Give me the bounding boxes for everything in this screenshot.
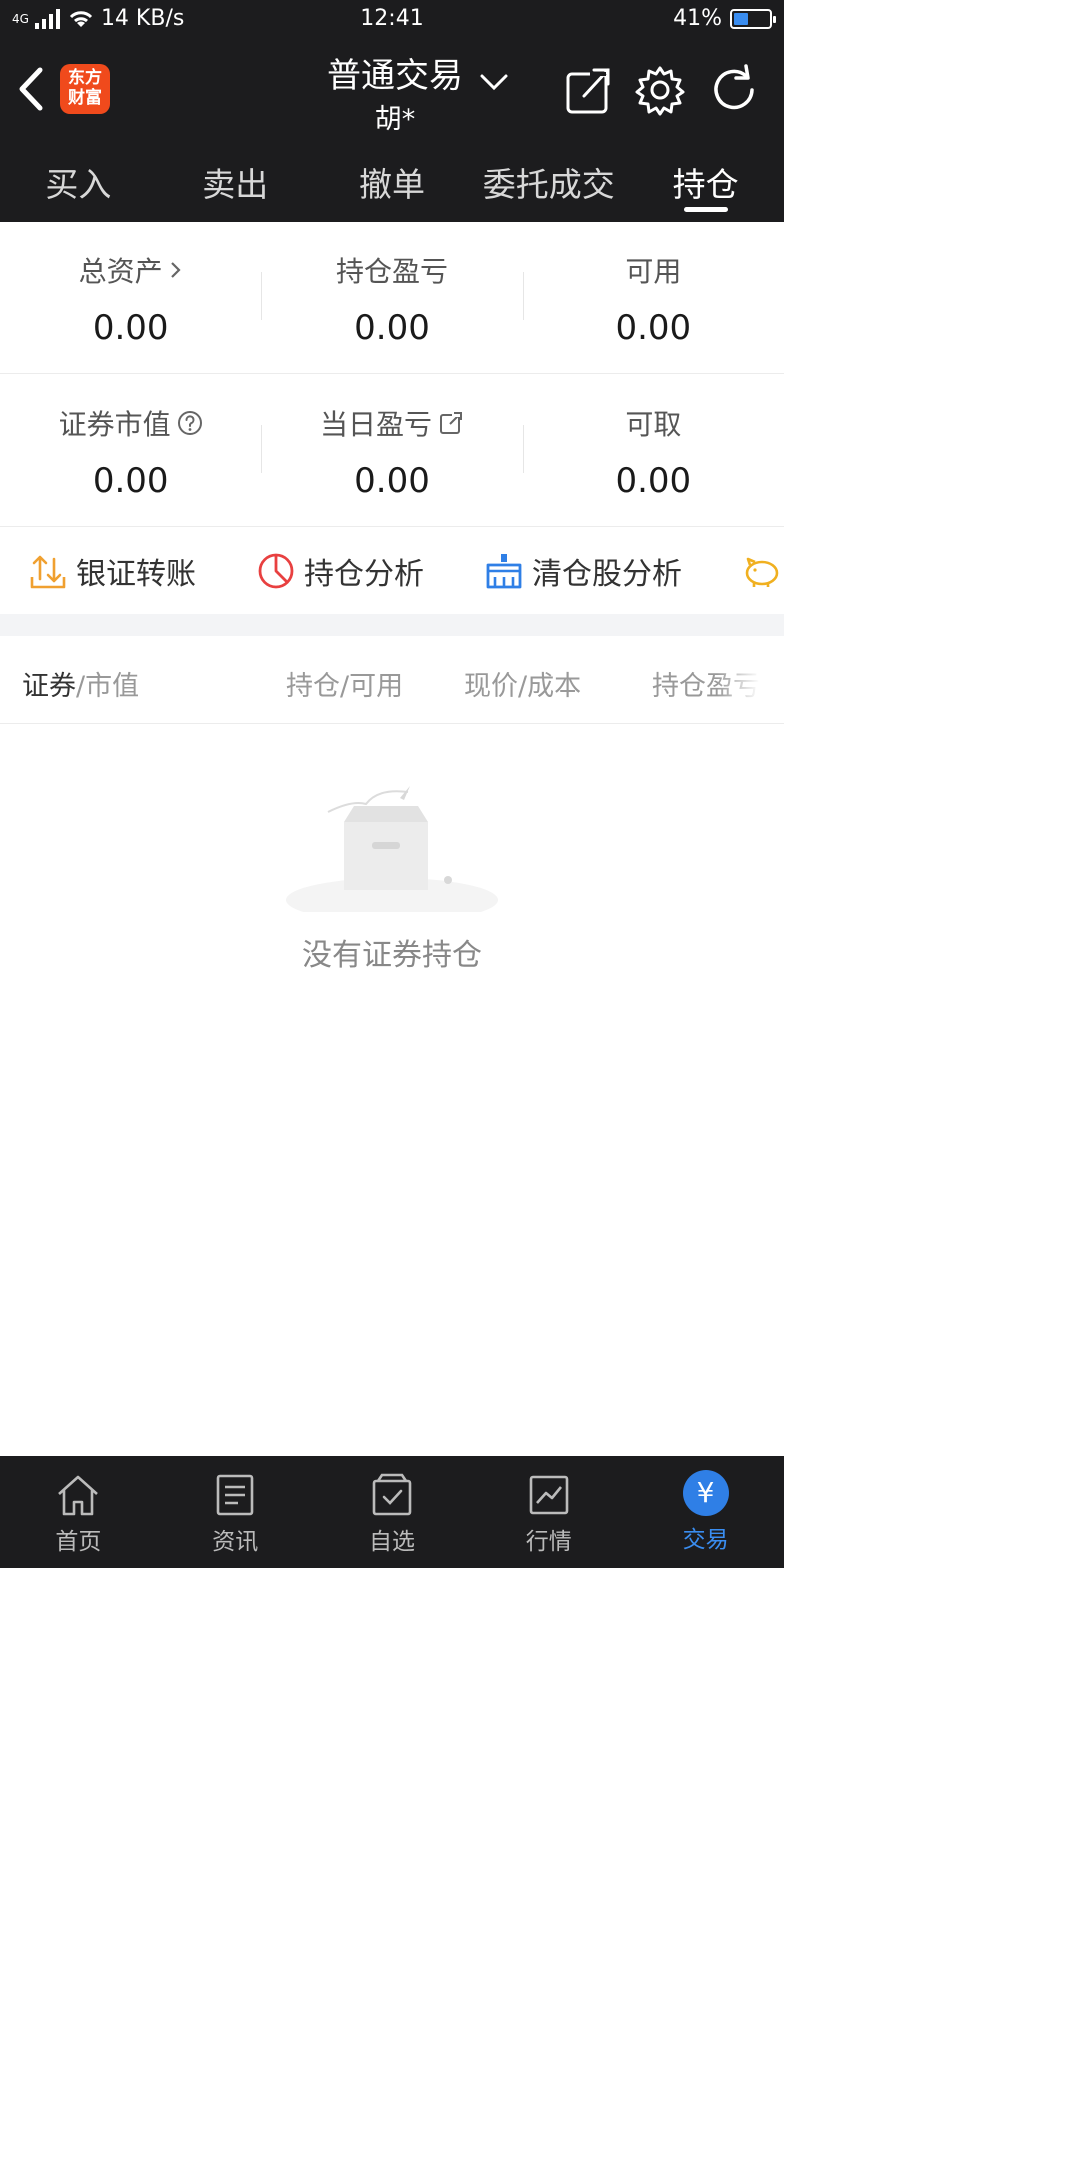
position-analysis-label: 持仓分析 [304, 557, 424, 592]
refresh-icon [714, 64, 754, 110]
col-holdings[interactable]: 持仓/可用 [286, 664, 403, 703]
share-button[interactable] [560, 62, 616, 118]
transfer-icon [30, 555, 66, 589]
status-bar: 4G 14 KB/s 12:41 41% [0, 0, 784, 40]
withdrawable-label: 可取 [625, 408, 682, 441]
news-icon [216, 1474, 254, 1516]
total-assets[interactable]: 总资产 0.00 [0, 222, 261, 373]
securities-value-label: 证券市值 [58, 408, 171, 441]
nav-trade[interactable]: ¥ 交易 [627, 1456, 784, 1568]
refresh-button[interactable] [706, 62, 762, 118]
positions-table-header: 证券/市值 持仓/可用 现价/成本 持仓盈亏 [0, 636, 784, 724]
cleared-stock-analysis-button[interactable]: 清仓股分析 [484, 549, 682, 593]
daily-pnl-label-wrap: 当日盈亏 [261, 403, 522, 443]
quick-actions: 银证转账 持仓分析 清仓股分析 余额 [0, 528, 784, 614]
col-security-rest: /市值 [76, 671, 140, 702]
back-arrow-icon [19, 67, 43, 111]
tab-orders[interactable]: 委托成交 [470, 150, 627, 222]
battery-fill [734, 12, 748, 25]
home-icon [58, 1475, 99, 1516]
positions-panel: 总资产 0.00 持仓盈亏 0.00 可用 0.00 证券市值 0.00 当日盈… [0, 222, 784, 1456]
col-pnl[interactable]: 持仓盈亏 [652, 664, 760, 703]
empty-box-icon [286, 786, 498, 922]
position-pnl: 持仓盈亏 0.00 [261, 222, 522, 373]
bottom-navigation: 首页 资讯 自选 行情 ¥ 交易 [0, 1456, 784, 1568]
assets-row: 总资产 0.00 持仓盈亏 0.00 可用 0.00 [0, 222, 784, 374]
nav-watchlist[interactable]: 自选 [314, 1456, 471, 1568]
tab-sell[interactable]: 卖出 [157, 150, 314, 222]
position-analysis-button[interactable]: 持仓分析 [256, 549, 424, 593]
securities-value-label-wrap: 证券市值 [0, 403, 261, 443]
nav-news[interactable]: 资讯 [157, 1456, 314, 1568]
withdrawable: 可取 0.00 [522, 375, 784, 526]
daily-pnl-label: 当日盈亏 [319, 408, 432, 441]
battery-percent: 41% [673, 6, 722, 31]
external-link-icon [440, 412, 462, 434]
position-pnl-value: 0.00 [354, 308, 430, 348]
nav-watchlist-label: 自选 [368, 1529, 415, 1555]
col-price[interactable]: 现价/成本 [464, 664, 581, 703]
logo-text: 东方财富 [68, 68, 102, 108]
status-right: 41% [673, 6, 776, 31]
account-name: 胡* [374, 104, 416, 135]
available-funds-label: 可用 [625, 255, 682, 288]
nav-market[interactable]: 行情 [470, 1456, 627, 1568]
tab-positions[interactable]: 持仓 [627, 150, 784, 222]
total-assets-label-wrap: 总资产 [0, 250, 261, 290]
daily-pnl-value: 0.00 [354, 461, 430, 501]
tab-cancel[interactable]: 撤单 [314, 150, 471, 222]
bank-transfer-label: 银证转账 [76, 557, 196, 592]
chevron-down-icon[interactable] [478, 72, 510, 92]
gear-icon [635, 66, 685, 116]
withdrawable-value: 0.00 [615, 461, 692, 501]
total-assets-label: 总资产 [78, 255, 163, 288]
trade-tabs: 买入 卖出 撤单 委托成交 持仓 [0, 150, 784, 222]
help-icon[interactable] [177, 410, 203, 436]
nav-home[interactable]: 首页 [0, 1456, 157, 1568]
available-funds: 可用 0.00 [522, 222, 784, 373]
balance-button[interactable]: 余额 [742, 549, 784, 593]
yuan-icon: ¥ [682, 1470, 729, 1516]
total-assets-value: 0.00 [92, 308, 169, 348]
nav-trade-label: 交易 [682, 1527, 729, 1553]
clock: 12:41 [360, 6, 424, 31]
back-button[interactable] [14, 64, 54, 114]
nav-home-label: 首页 [55, 1529, 102, 1555]
pie-chart-icon [258, 553, 294, 589]
tab-buy[interactable]: 买入 [0, 150, 157, 222]
cleared-stock-analysis-label: 清仓股分析 [532, 557, 682, 592]
market-row: 证券市值 0.00 当日盈亏 0.00 可取 0.00 [0, 375, 784, 527]
nav-news-label: 资讯 [212, 1529, 259, 1555]
app-header: 东方财富 普通交易 胡* [0, 40, 784, 150]
securities-value-amount: 0.00 [92, 461, 169, 501]
account-selector[interactable]: 普通交易 胡* [260, 48, 530, 136]
position-pnl-label: 持仓盈亏 [335, 255, 448, 288]
share-icon [566, 68, 610, 114]
market-chart-icon [529, 1475, 569, 1515]
daily-pnl[interactable]: 当日盈亏 0.00 [261, 375, 522, 526]
col-security[interactable]: 证券/市值 [22, 664, 139, 703]
bank-transfer-button[interactable]: 银证转账 [28, 549, 196, 593]
app-logo: 东方财富 [60, 64, 110, 114]
available-funds-value: 0.00 [615, 308, 692, 348]
nav-market-label: 行情 [525, 1529, 572, 1555]
empty-message: 没有证券持仓 [302, 938, 482, 973]
battery-icon [730, 8, 776, 29]
empty-state: 没有证券持仓 [0, 782, 784, 974]
broom-icon [486, 554, 522, 589]
piggy-bank-icon [745, 557, 779, 587]
col-security-strong: 证券 [22, 671, 76, 702]
section-divider [0, 614, 784, 636]
chevron-right-icon [170, 262, 181, 278]
securities-value: 证券市值 0.00 [0, 375, 261, 526]
watchlist-icon [372, 1473, 412, 1516]
settings-button[interactable] [632, 62, 688, 118]
